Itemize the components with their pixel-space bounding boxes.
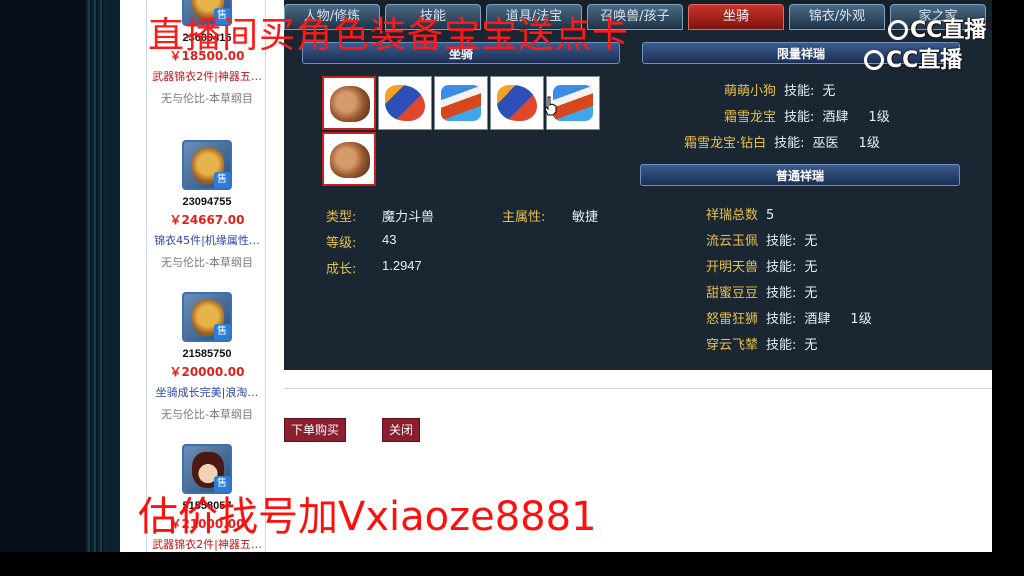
rare-pet-row: 萌萌小狗 技能: 无	[724, 80, 835, 100]
rare-pet-skill: 巫医	[812, 136, 839, 151]
listing-server: 无与伦比-本草纲目	[161, 92, 253, 105]
listing-item[interactable]: 售 21585750 ￥20000.00 坐骑成长完美|浪淘… 无与伦比-本草纲…	[147, 292, 267, 422]
type-value: 魔力斗兽	[382, 210, 435, 225]
common-pet-name: 甜蜜豆豆	[706, 286, 759, 301]
left-background-strip	[0, 0, 106, 552]
rare-pet-skill-label: 技能:	[774, 136, 805, 151]
watermark-line: CC直播	[888, 12, 986, 44]
dragon-mount-icon	[497, 85, 537, 121]
common-pet-row: 穿云飞辇 技能: 无	[706, 334, 817, 354]
tab-outfits[interactable]: 锦衣/外观	[789, 4, 885, 30]
common-pet-skill: 无	[804, 260, 818, 275]
sled-mount-icon	[441, 85, 481, 121]
common-pet-name: 开明天兽	[706, 260, 759, 275]
buy-button[interactable]: 下单购买	[284, 418, 347, 442]
common-total-value: 5	[766, 208, 775, 223]
mount-slot[interactable]	[378, 76, 432, 130]
common-total-label: 祥瑞总数	[706, 208, 759, 223]
cc-logo-icon	[864, 50, 884, 70]
common-section-title: 普通祥瑞	[640, 164, 960, 186]
stream-overlay-bottom: 估价找号加Vxiaoze8881	[138, 494, 597, 540]
listing-item[interactable]: 售 23094755 ￥24667.00 锦衣45件|机缘属性… 无与伦比-本草…	[147, 140, 267, 270]
tiger-mount-icon[interactable]: 售	[182, 140, 232, 190]
listing-price: ￥24667.00	[169, 213, 245, 227]
close-button[interactable]: 关闭	[382, 418, 421, 442]
listing-desc[interactable]: 锦衣45件|机缘属性…	[147, 232, 267, 248]
listing-column: 售 23609416 ￥18500.00 武器锦衣2件|神器五… 无与伦比-本草…	[146, 0, 266, 552]
bottom-black-bar	[0, 552, 1024, 576]
common-pet-row: 流云玉佩 技能: 无	[706, 230, 817, 250]
common-pet-skill-label: 技能:	[766, 234, 797, 249]
rare-pet-level: 1级	[868, 110, 890, 125]
common-pet-level: 1级	[850, 312, 872, 327]
listing-id: 23094755	[182, 196, 232, 208]
mount-slot[interactable]	[490, 76, 544, 130]
common-pet-name: 怒雷狂狮	[706, 312, 759, 327]
common-pet-row: 甜蜜豆豆 技能: 无	[706, 282, 817, 302]
mount-grid	[322, 76, 600, 186]
growth-label: 成长:	[326, 262, 357, 277]
level-label: 等级:	[326, 236, 357, 251]
listing-id: 21585750	[182, 348, 232, 360]
left-background-strip-inner	[106, 0, 120, 552]
common-pet-skill: 无	[804, 286, 818, 301]
rare-pet-name: 霜雪龙宝	[724, 110, 777, 125]
mount-slot[interactable]	[322, 76, 376, 130]
mount-slot[interactable]	[434, 76, 488, 130]
common-pet-skill-label: 技能:	[766, 338, 797, 353]
rare-pet-skill-label: 技能:	[784, 84, 815, 99]
listing-price: ￥20000.00	[169, 365, 245, 379]
rare-pet-row: 霜雪龙宝 技能: 酒肆 1级	[724, 106, 890, 126]
listing-server: 无与伦比-本草纲目	[161, 408, 253, 421]
common-pet-skill-label: 技能:	[766, 260, 797, 275]
cc-logo-icon	[888, 20, 908, 40]
screen: 售 23609416 ￥18500.00 武器锦衣2件|神器五… 无与伦比-本草…	[0, 0, 1024, 576]
common-pet-skill-label: 技能:	[766, 286, 797, 301]
rare-pet-skill: 无	[822, 84, 836, 99]
listing-desc[interactable]: 武器锦衣2件|神器五…	[147, 68, 267, 84]
sled-mount-icon	[553, 85, 593, 121]
rare-pet-name: 萌萌小狗	[724, 84, 777, 99]
growth-value: 1.2947	[382, 258, 422, 273]
cc-live-watermark: CC直播 CC直播	[864, 12, 1016, 73]
common-pet-skill: 无	[804, 338, 818, 353]
mount-content: 坐骑 限量祥瑞 类型: 魔力斗兽 主属性: 敏捷 等级: 43 成长: 1.29…	[284, 30, 992, 370]
stream-overlay-top: 直播间买角色装备宝宝送点卡	[148, 15, 630, 56]
rare-pet-row: 霜雪龙宝·钻白 技能: 巫医 1级	[684, 132, 880, 152]
right-black-bar	[992, 0, 1024, 552]
rare-pet-skill-label: 技能:	[784, 110, 815, 125]
listing-server: 无与伦比-本草纲目	[161, 256, 253, 269]
mount-slot[interactable]	[322, 132, 376, 186]
main-attr-value: 敏捷	[572, 210, 599, 225]
rare-pet-name: 霜雪龙宝·钻白	[684, 136, 767, 151]
common-pet-name: 流云玉佩	[706, 234, 759, 249]
common-pet-skill-label: 技能:	[766, 312, 797, 327]
main-attr-label: 主属性:	[502, 210, 546, 225]
dragon-mount-icon	[385, 85, 425, 121]
tab-mounts[interactable]: 坐骑	[688, 4, 784, 30]
tiger-mount-icon[interactable]: 售	[182, 292, 232, 342]
watermark-line: CC直播	[864, 42, 962, 74]
rare-pet-skill: 酒肆	[822, 110, 849, 125]
common-pet-row: 怒雷狂狮 技能: 酒肆 1级	[706, 308, 872, 328]
hand-cursor-icon	[544, 96, 557, 116]
bear-mount-icon	[330, 86, 370, 122]
common-pet-row: 开明天兽 技能: 无	[706, 256, 817, 276]
type-label: 类型:	[326, 210, 357, 225]
divider	[284, 388, 992, 389]
common-pet-name: 穿云飞辇	[706, 338, 759, 353]
level-value: 43	[382, 232, 397, 247]
bear-mount-icon	[330, 142, 370, 178]
listing-desc[interactable]: 坐骑成长完美|浪淘…	[147, 384, 267, 400]
common-pet-skill: 酒肆	[804, 312, 831, 327]
rare-pet-level: 1级	[858, 136, 880, 151]
common-total-row: 祥瑞总数 5	[706, 204, 774, 224]
common-pet-skill: 无	[804, 234, 818, 249]
